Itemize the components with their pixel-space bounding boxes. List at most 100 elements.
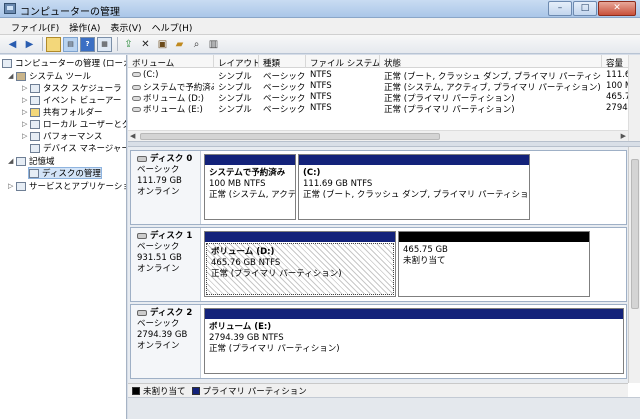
disk-row: ディスク 1 ベーシック 931.51 GB オンライン ボリューム (D:) …	[130, 227, 627, 302]
primary-partition-band	[205, 232, 395, 242]
legend-swatch	[132, 386, 140, 395]
tree-item-shared-folders[interactable]: ▷ 共有フォルダー	[22, 106, 103, 118]
legend-item-primary: プライマリ パーティション	[191, 385, 307, 397]
status-bar	[128, 397, 640, 419]
menu-file[interactable]: ファイル(F)	[6, 18, 64, 34]
computer-management-icon	[4, 3, 16, 14]
collapse-arrow-icon[interactable]: ▷	[22, 120, 30, 128]
selected-partition: ボリューム (D:) 465.76 GB NTFS 正常 (プライマリ パーティ…	[206, 243, 394, 295]
tree-item-performance[interactable]: ▷ パフォーマンス	[22, 130, 102, 142]
disk-view-vertical-scrollbar[interactable]	[628, 147, 640, 383]
search-icon[interactable]: ⌕	[189, 37, 204, 52]
folder-icon[interactable]: ▰	[172, 37, 187, 52]
legend: 未割り当て プライマリ パーティション	[128, 383, 628, 397]
folder-up-icon[interactable]	[46, 36, 61, 52]
column-header-layout[interactable]: レイアウト	[214, 55, 259, 68]
column-header-capacity[interactable]: 容量	[602, 55, 628, 68]
volume-list-vertical-scrollbar[interactable]	[628, 55, 640, 141]
disk-icon	[137, 232, 147, 239]
partition-block[interactable]: ボリューム (E:) 2794.39 GB NTFS 正常 (プライマリ パーテ…	[204, 308, 624, 374]
collapse-arrow-icon[interactable]: ▷	[8, 182, 16, 190]
tree-item-services-apps[interactable]: ▷ サービスとアプリケーション	[8, 180, 126, 192]
disk-row: ディスク 2 ベーシック 2794.39 GB オンライン ボリューム (E:)…	[130, 304, 627, 379]
delete-icon[interactable]: ✕	[138, 37, 153, 52]
device-manager-icon	[30, 143, 40, 153]
menu-bar: ファイル(F) 操作(A) 表示(V) ヘルプ(H)	[0, 18, 640, 35]
unallocated-block[interactable]: 465.75 GB 未割り当て	[398, 231, 590, 297]
volume-row[interactable]: ボリューム (D:) シンプル ベーシック NTFS 正常 (プライマリ パーテ…	[128, 91, 628, 102]
scroll-right-icon[interactable]: ▶	[621, 132, 626, 140]
properties-icon[interactable]: ▦	[97, 36, 112, 52]
menu-help[interactable]: ヘルプ(H)	[147, 18, 198, 34]
disk-info[interactable]: ディスク 0 ベーシック 111.79 GB オンライン	[131, 151, 201, 224]
forward-arrow-icon[interactable]: ▶	[22, 37, 37, 52]
tools-icon	[16, 71, 26, 81]
collapse-arrow-icon[interactable]: ▷	[22, 84, 30, 92]
scroll-left-icon[interactable]: ◀	[130, 132, 135, 140]
scroll-thumb[interactable]	[631, 159, 639, 309]
scroll-thumb[interactable]	[140, 133, 440, 140]
volume-row[interactable]: システムで予約済み シンプル ベーシック NTFS 正常 (システム, アクティ…	[128, 80, 628, 91]
menu-view[interactable]: 表示(V)	[105, 18, 146, 34]
help-icon[interactable]: ?	[80, 36, 95, 52]
disk-icon	[137, 309, 147, 316]
tree-item-storage[interactable]: ◢ 記憶域	[8, 155, 55, 167]
unallocated-band	[399, 232, 589, 242]
disk-info[interactable]: ディスク 1 ベーシック 931.51 GB オンライン	[131, 228, 201, 301]
disk-management-icon	[29, 168, 39, 178]
tree-item-device-manager[interactable]: デバイス マネージャー	[30, 142, 126, 154]
back-arrow-icon[interactable]: ◀	[5, 37, 20, 52]
toolbar-separator	[117, 37, 118, 51]
tree-item-task-scheduler[interactable]: ▷ タスク スケジューラ	[22, 82, 122, 94]
legend-item-unallocated: 未割り当て	[132, 385, 186, 397]
title-bar: コンピューターの管理 – □ ✕	[0, 0, 640, 18]
maximize-button[interactable]: □	[573, 1, 597, 16]
collapse-arrow-icon[interactable]: ▷	[22, 96, 30, 104]
export-icon[interactable]: ⇪	[121, 37, 136, 52]
volume-list-horizontal-scrollbar[interactable]: ◀ ▶	[128, 130, 628, 141]
partition-block[interactable]: ボリューム (D:) 465.76 GB NTFS 正常 (プライマリ パーティ…	[204, 231, 396, 297]
primary-partition-band	[205, 309, 623, 319]
column-header-volume[interactable]: ボリューム	[128, 55, 214, 68]
event-icon	[30, 95, 40, 105]
show-tree-icon[interactable]: ▤	[63, 36, 78, 52]
column-header-status[interactable]: 状態	[380, 55, 602, 68]
close-button[interactable]: ✕	[598, 1, 636, 16]
rescan-icon[interactable]: ▥	[206, 37, 221, 52]
column-header-filesystem[interactable]: ファイル システム	[306, 55, 380, 68]
disk-info[interactable]: ディスク 2 ベーシック 2794.39 GB オンライン	[131, 305, 201, 378]
collapse-arrow-icon[interactable]: ▷	[22, 132, 30, 140]
volume-icon	[132, 85, 141, 90]
clock-icon	[30, 83, 40, 93]
partition-block[interactable]: (C:) 111.69 GB NTFS 正常 (ブート, クラッシュ ダンプ, …	[298, 154, 530, 220]
window-title: コンピューターの管理	[20, 7, 120, 18]
tree-item-event-viewer[interactable]: ▷ イベント ビューアー	[22, 94, 121, 106]
partition-block[interactable]: システムで予約済み 100 MB NTFS 正常 (システム, アクティブ,	[204, 154, 296, 220]
navigation-tree: コンピューターの管理 (ローカル) ◢ システム ツール ▷ タスク スケジュー…	[0, 55, 127, 419]
volume-list-header: ボリューム レイアウト 種類 ファイル システム 状態 容量	[128, 55, 628, 68]
volume-row[interactable]: (C:) シンプル ベーシック NTFS 正常 (ブート, クラッシュ ダンプ,…	[128, 69, 628, 80]
open-icon[interactable]: ▣	[155, 37, 170, 52]
primary-partition-band	[299, 155, 529, 165]
tree-item-root[interactable]: コンピューターの管理 (ローカル)	[2, 57, 126, 69]
tree-item-disk-management[interactable]: ディスクの管理	[28, 167, 102, 179]
shared-folder-icon	[30, 107, 40, 117]
tree-item-local-users[interactable]: ▷ ローカル ユーザーとグループ	[22, 118, 126, 130]
expand-arrow-icon[interactable]: ◢	[8, 157, 16, 165]
expand-arrow-icon[interactable]: ◢	[8, 72, 16, 80]
users-icon	[30, 119, 40, 129]
minimize-button[interactable]: –	[548, 1, 572, 16]
disk-row: ディスク 0 ベーシック 111.79 GB オンライン システムで予約済み 1…	[130, 150, 627, 225]
storage-icon	[16, 156, 26, 166]
computer-icon	[2, 58, 12, 68]
toolbar: ◀ ▶ ▤ ? ▦ ⇪ ✕ ▣ ▰ ⌕ ▥	[0, 35, 640, 54]
column-header-type[interactable]: 種類	[259, 55, 306, 68]
content-pane: ボリューム レイアウト 種類 ファイル システム 状態 容量 (C:) シンプル…	[128, 55, 640, 419]
window-controls: – □ ✕	[547, 1, 636, 16]
menu-action[interactable]: 操作(A)	[64, 18, 105, 34]
volume-row[interactable]: ボリューム (E:) シンプル ベーシック NTFS 正常 (プライマリ パーテ…	[128, 102, 628, 113]
services-icon	[16, 181, 26, 191]
tree-item-system-tools[interactable]: ◢ システム ツール	[8, 70, 91, 82]
collapse-arrow-icon[interactable]: ▷	[22, 108, 30, 116]
volume-icon	[132, 96, 141, 101]
